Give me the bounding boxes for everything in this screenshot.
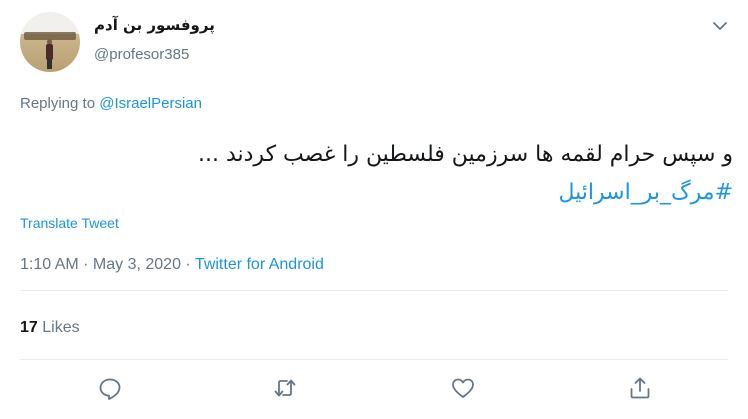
tweet-time[interactable]: 1:10 AM xyxy=(20,256,79,273)
chevron-down-icon[interactable] xyxy=(710,16,730,36)
avatar-person-body xyxy=(46,44,53,60)
avatar-sky xyxy=(20,12,80,34)
tweet-source-link[interactable]: Twitter for Android xyxy=(195,256,324,273)
tweet-meta: 1:10 AM · May 3, 2020 · Twitter for Andr… xyxy=(20,256,324,274)
share-icon[interactable] xyxy=(627,375,653,401)
hashtag-link[interactable]: #مرگ_بر_اسرائیل xyxy=(33,174,733,212)
replying-to-handle-link[interactable]: @IsraelPersian xyxy=(99,95,202,112)
tweet: پروفسور بن آدم @profesor385 Replying to … xyxy=(0,0,748,419)
likes-stat[interactable]: 17 Likes xyxy=(20,319,80,337)
likes-label: Likes xyxy=(37,319,80,336)
retweet-icon[interactable] xyxy=(272,375,298,401)
tweet-text-line: و سپس حرام لقمه ها سرزمین فلسطین را غصب … xyxy=(197,142,733,167)
translate-tweet-link[interactable]: Translate Tweet xyxy=(20,215,119,231)
avatar-person-legs xyxy=(47,59,52,69)
tweet-date[interactable]: May 3, 2020 xyxy=(93,256,181,273)
divider xyxy=(20,359,728,360)
likes-count: 17 xyxy=(20,319,38,336)
heart-icon[interactable] xyxy=(450,375,476,401)
display-name[interactable]: پروفسور بن آدم xyxy=(94,16,215,34)
replying-to: Replying to @IsraelPersian xyxy=(20,95,202,112)
reply-icon[interactable] xyxy=(97,375,123,401)
tweet-text: و سپس حرام لقمه ها سرزمین فلسطین را غصب … xyxy=(33,136,733,212)
divider xyxy=(20,290,728,291)
avatar[interactable] xyxy=(20,12,80,72)
meta-separator: · xyxy=(78,256,93,273)
meta-separator: · xyxy=(180,256,195,273)
replying-to-prefix: Replying to xyxy=(20,95,100,112)
user-handle[interactable]: @profesor385 xyxy=(94,46,189,63)
